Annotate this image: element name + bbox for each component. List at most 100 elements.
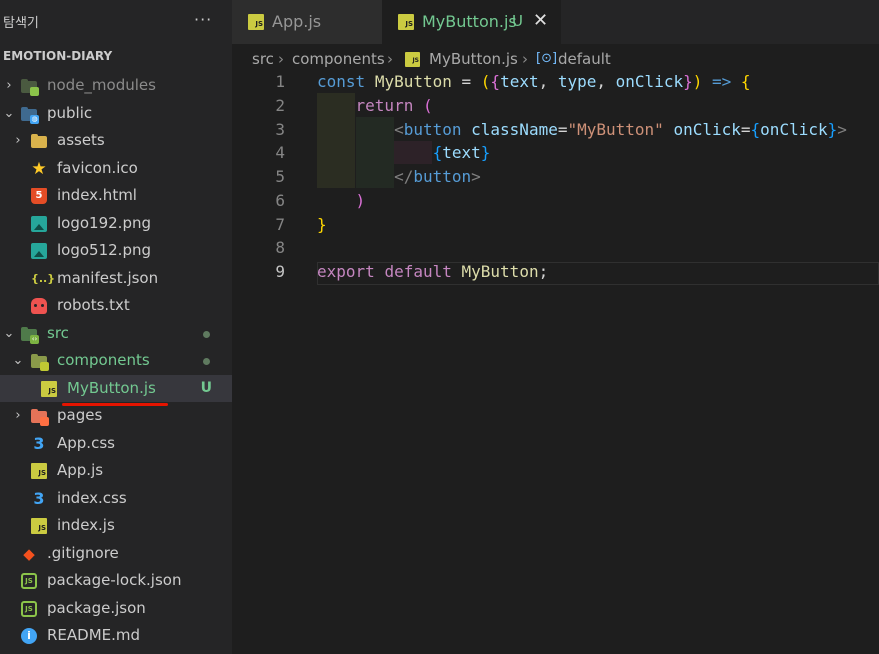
tree-item-assets[interactable]: › assets — [0, 127, 232, 155]
robot-icon — [31, 298, 47, 314]
tree-item-label: package.json — [47, 598, 146, 617]
star-icon: ★ — [31, 158, 47, 179]
tree-item-label: manifest.json — [57, 268, 159, 287]
modified-dot — [203, 358, 210, 365]
tree-item-label: src — [47, 323, 69, 342]
image-icon — [31, 243, 47, 259]
symbol-icon: [⊙] — [536, 51, 558, 66]
tree-item-label: MyButton.js — [67, 378, 156, 397]
modified-dot — [203, 330, 210, 338]
image-icon — [31, 215, 47, 232]
tab-app-js[interactable]: JS App.js — [232, 0, 382, 44]
code-line-2: return ( — [355, 96, 433, 115]
node-folder-icon — [21, 78, 39, 96]
breadcrumb-components[interactable]: components — [292, 50, 385, 68]
more-actions-button[interactable]: ··· — [194, 10, 212, 29]
tree-item-label: pages — [57, 406, 103, 424]
chevron-down-icon[interactable]: ⌄ — [2, 320, 16, 348]
project-name[interactable]: EMOTION-DIARY — [3, 49, 112, 63]
tree-item-index-js[interactable]: JS index.js — [0, 512, 232, 540]
js-icon: JS — [398, 14, 414, 30]
code-line-7: } — [317, 215, 327, 234]
tree-item-manifest[interactable]: {..} manifest.json — [0, 265, 232, 293]
tree-item-readme[interactable]: i README.md — [0, 622, 232, 650]
explorer-title: 탐색기 — [3, 16, 39, 31]
json-icon: {..} — [31, 271, 56, 285]
code-line-5: </button> — [394, 167, 481, 186]
tree-item-logo512[interactable]: logo512.png — [0, 237, 232, 265]
tree-item-app-js[interactable]: JS App.js — [0, 457, 232, 485]
line-number: 7 — [275, 215, 285, 234]
js-icon: JS — [248, 14, 264, 30]
breadcrumb-separator: › — [278, 50, 284, 68]
tree-item-label: favicon.ico — [57, 158, 138, 177]
tab-label: MyButton.js — [422, 12, 517, 31]
tree-item-label: index.js — [57, 516, 115, 534]
line-number: 9 — [275, 262, 285, 281]
globe-folder-icon: ◍ — [21, 106, 39, 124]
tree-item-label: App.js — [57, 461, 104, 479]
explorer-header: 탐색기 ··· — [0, 0, 232, 44]
chevron-right-icon[interactable]: › — [2, 72, 16, 100]
tree-item-label: logo192.png — [57, 213, 151, 232]
tree-item-label: App.css — [57, 433, 115, 452]
tree-item-index-html[interactable]: 5 index.html — [0, 182, 232, 210]
line-number: 1 — [275, 72, 285, 91]
chevron-right-icon[interactable]: › — [11, 127, 25, 155]
tree-item-logo192[interactable]: logo192.png — [0, 210, 232, 238]
tree-item-label: index.html — [57, 186, 137, 204]
tree-item-label: logo512.png — [57, 241, 151, 259]
line-number: 4 — [275, 143, 285, 162]
chevron-right-icon[interactable]: › — [11, 402, 25, 430]
tree-item-mybutton[interactable]: JS MyButton.js U — [0, 374, 232, 402]
git-icon: ◆ — [23, 544, 35, 563]
css-icon: 3 — [33, 488, 45, 508]
tree-item-label: public — [47, 103, 93, 122]
js-icon: JS — [31, 518, 47, 534]
breadcrumb-separator: › — [522, 50, 528, 68]
red-underline-annotation — [62, 403, 168, 406]
editor-area: JS App.js JS MyButton.js U ✕ src › compo… — [232, 0, 879, 654]
node-icon: JS — [21, 573, 37, 589]
close-icon[interactable]: ✕ — [533, 10, 548, 31]
code-folder-icon: ‹› — [21, 326, 39, 344]
css-icon: 3 — [33, 433, 45, 453]
file-tree: › node_modules ⌄ ◍ public › assets ★ fav… — [0, 72, 232, 650]
line-number: 3 — [275, 120, 285, 139]
code-line-4: {text} — [432, 143, 491, 162]
tree-item-label: robots.txt — [57, 296, 130, 314]
tree-item-label: README.md — [47, 626, 141, 644]
breadcrumb-symbol[interactable]: default — [558, 50, 611, 68]
pages-folder-icon — [31, 408, 49, 426]
tree-item-index-css[interactable]: 3 index.css — [0, 485, 232, 513]
tab-mybutton-js[interactable]: JS MyButton.js U ✕ — [382, 0, 561, 44]
tree-item-app-css[interactable]: 3 App.css — [0, 430, 232, 458]
tree-item-package-json[interactable]: JS package.json — [0, 595, 232, 623]
breadcrumb-file[interactable]: MyButton.js — [429, 50, 518, 68]
tree-item-favicon[interactable]: ★ favicon.ico — [0, 155, 232, 183]
folder-icon — [31, 133, 47, 149]
explorer-sidebar: 탐색기 ··· EMOTION-DIARY › node_modules ⌄ ◍… — [0, 0, 232, 654]
tab-label: App.js — [272, 12, 322, 31]
chevron-down-icon[interactable]: ⌄ — [11, 347, 25, 375]
line-number: 8 — [275, 238, 285, 257]
tree-item-components[interactable]: ⌄ components — [0, 347, 232, 375]
tree-item-node-modules[interactable]: › node_modules — [0, 72, 232, 100]
tree-item-pages[interactable]: › pages — [0, 402, 232, 430]
line-number: 2 — [275, 96, 285, 115]
components-folder-icon — [31, 353, 49, 371]
tree-item-src[interactable]: ⌄ ‹› src — [0, 320, 232, 348]
tree-item-label: node_modules — [47, 76, 156, 94]
untracked-badge: U — [200, 379, 212, 396]
line-number: 6 — [275, 191, 285, 210]
tree-item-gitignore[interactable]: ◆ .gitignore — [0, 540, 232, 568]
tree-item-robots[interactable]: robots.txt — [0, 292, 232, 320]
tab-status-badge: U — [512, 12, 523, 30]
tree-item-public[interactable]: ⌄ ◍ public — [0, 100, 232, 128]
chevron-down-icon[interactable]: ⌄ — [2, 100, 16, 128]
code-line-1: const MyButton = ({text, type, onClick})… — [317, 72, 751, 91]
tree-item-label: components — [57, 351, 150, 369]
tree-item-package-lock[interactable]: JS package-lock.json — [0, 567, 232, 595]
breadcrumb-separator: › — [387, 50, 393, 68]
breadcrumb-src[interactable]: src — [252, 50, 274, 68]
